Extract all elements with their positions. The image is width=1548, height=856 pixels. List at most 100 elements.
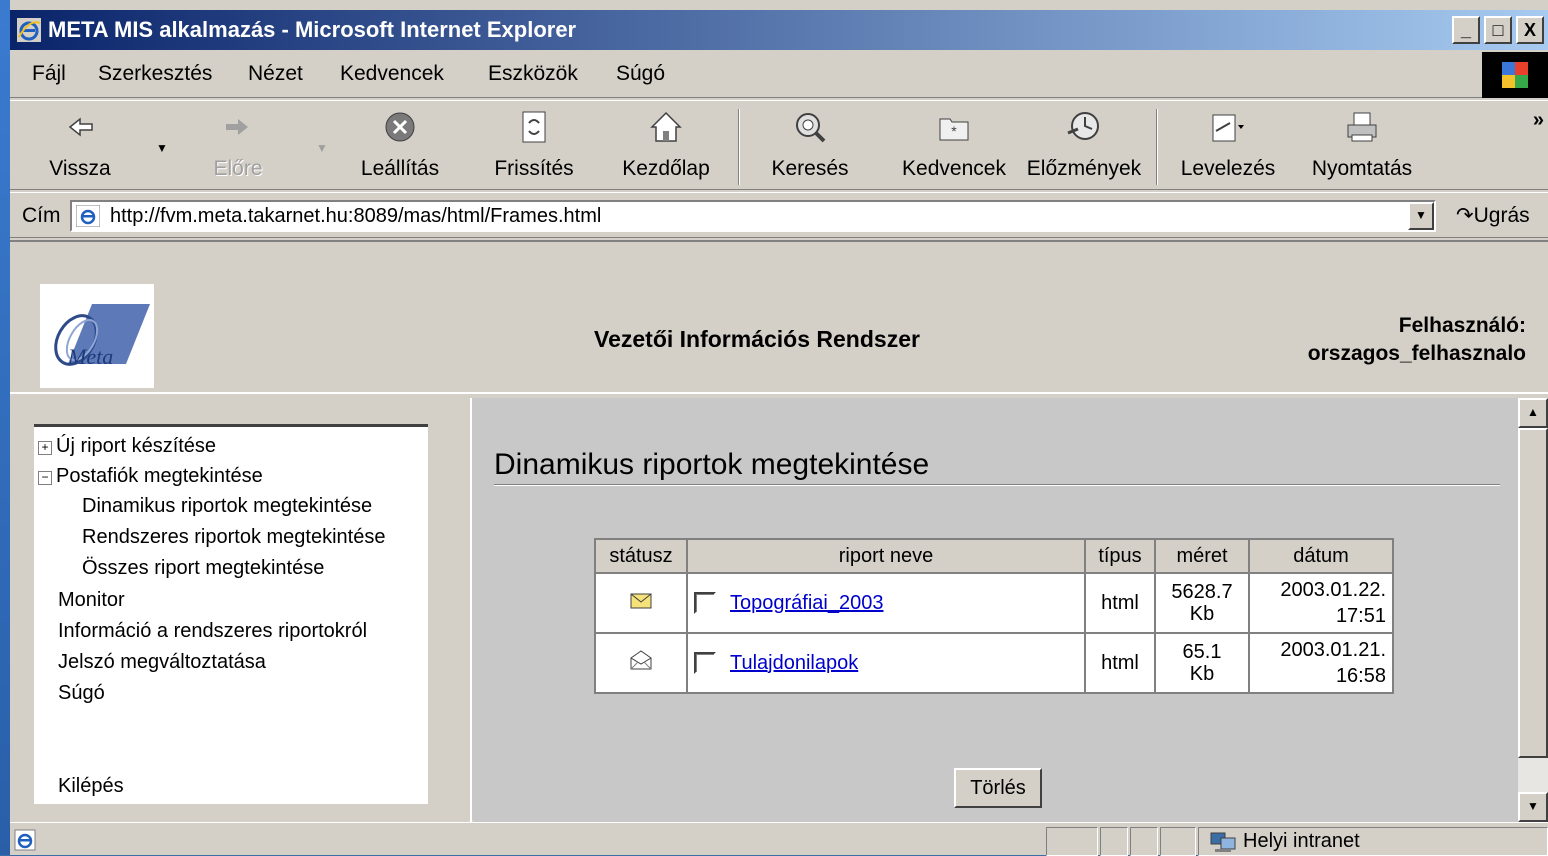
report-link[interactable]: Tulajdonilapok xyxy=(730,652,858,674)
menu-help[interactable]: Súgó xyxy=(616,62,665,86)
address-input[interactable] xyxy=(108,204,1388,228)
table-row: Topográfiai_2003 html 5628.7 Kb 2003.01.… xyxy=(594,572,1394,634)
vertical-scrollbar[interactable]: ▲ ▼ xyxy=(1518,398,1548,822)
tree-item-monitor[interactable]: Monitor xyxy=(58,589,125,612)
minimize-button[interactable]: _ xyxy=(1452,16,1480,44)
size-cell: 5628.7 Kb xyxy=(1154,572,1250,634)
home-icon xyxy=(650,111,682,142)
scroll-up-icon[interactable]: ▲ xyxy=(1518,398,1548,428)
tree-item-all-reports[interactable]: Összes riport megtekintése xyxy=(82,557,324,580)
go-arrow-icon: ↷ xyxy=(1456,204,1474,227)
report-link[interactable]: Topográfiai_2003 xyxy=(730,592,883,614)
tree-item-label: Új riport készítése xyxy=(56,435,217,457)
content-frame: Dinamikus riportok megtekintése státusz … xyxy=(474,398,1548,822)
forward-dropdown-icon[interactable]: ▼ xyxy=(316,141,328,155)
collapse-icon[interactable]: − xyxy=(38,471,52,485)
date-value: 2003.01.21. xyxy=(1280,639,1386,661)
forward-button[interactable]: Előre xyxy=(178,107,298,181)
back-button[interactable]: Vissza xyxy=(20,107,140,181)
ie-logo-icon xyxy=(17,18,41,42)
desktop-edge xyxy=(0,0,10,855)
history-button[interactable]: Előzmények xyxy=(1024,107,1144,181)
app-title: Vezetői Információs Rendszer xyxy=(594,326,920,352)
size-unit: Kb xyxy=(1189,663,1215,685)
row-checkbox[interactable] xyxy=(694,652,716,675)
address-box[interactable]: ▼ xyxy=(70,200,1436,232)
back-dropdown-icon[interactable]: ▼ xyxy=(156,141,168,155)
forward-arrow-icon xyxy=(226,119,248,135)
print-icon xyxy=(1347,112,1377,142)
title-divider xyxy=(494,484,1500,486)
unread-envelope-icon xyxy=(630,593,652,608)
menu-favorites[interactable]: Kedvencek xyxy=(340,62,444,86)
address-dropdown-icon[interactable]: ▼ xyxy=(1408,202,1434,230)
page-viewport: Meta Vezetői Információs Rendszer Felhas… xyxy=(10,240,1548,822)
close-button[interactable]: X xyxy=(1516,16,1544,44)
mail-button[interactable]: Levelezés xyxy=(1168,107,1288,181)
stop-button[interactable]: Leállítás xyxy=(340,107,460,181)
scroll-down-icon[interactable]: ▼ xyxy=(1518,792,1548,822)
tree-item-logout[interactable]: Kilépés xyxy=(58,775,124,798)
tree-item-help[interactable]: Súgó xyxy=(58,682,105,705)
intranet-icon xyxy=(1210,832,1236,852)
report-name-cell: Topográfiai_2003 xyxy=(686,572,1086,634)
menu-file[interactable]: Fájl xyxy=(32,62,66,86)
toolbar-chevron-icon[interactable]: » xyxy=(1533,109,1544,132)
go-label: Ugrás xyxy=(1473,204,1530,227)
tree-item-mailbox[interactable]: − Postafiók megtekintése xyxy=(38,465,263,488)
menu-edit[interactable]: Szerkesztés xyxy=(98,62,212,86)
date-cell: 2003.01.22. 17:51 xyxy=(1248,572,1394,634)
tree-item-dynamic-reports[interactable]: Dinamikus riportok megtekintése xyxy=(82,495,372,518)
tree-item-change-password[interactable]: Jelszó megváltoztatása xyxy=(58,651,266,674)
search-button[interactable]: Keresés xyxy=(750,107,870,181)
print-label: Nyomtatás xyxy=(1311,157,1413,180)
history-label: Előzmények xyxy=(1026,157,1142,180)
column-header-status[interactable]: státusz xyxy=(594,538,688,574)
tree-item-scheduled-info[interactable]: Információ a rendszeres riportokról xyxy=(58,620,367,643)
expand-icon[interactable]: + xyxy=(38,441,52,455)
browser-window: META MIS alkalmazás - Microsoft Internet… xyxy=(0,0,1548,856)
status-panel xyxy=(1046,827,1098,856)
go-button[interactable]: ↷Ugrás xyxy=(1456,203,1530,228)
column-header-date[interactable]: dátum xyxy=(1248,538,1394,574)
size-value: 5628.7 xyxy=(1171,581,1233,603)
standard-toolbar: Vissza ▼ Előre ▼ Leállítás Frissítés Kez… xyxy=(10,100,1548,190)
address-label: Cím xyxy=(22,204,61,227)
scroll-thumb[interactable] xyxy=(1518,428,1548,758)
title-bar[interactable]: META MIS alkalmazás - Microsoft Internet… xyxy=(10,10,1548,50)
type-cell: html xyxy=(1084,572,1156,634)
logo-text: Meta xyxy=(67,344,113,369)
tree-item-scheduled-reports[interactable]: Rendszeres riportok megtekintése xyxy=(82,526,385,549)
navigation-tree: + Új riport készítése − Postafiók megtekin… xyxy=(34,424,428,804)
date-value: 2003.01.22. xyxy=(1280,579,1386,601)
refresh-icon xyxy=(522,111,546,143)
maximize-button[interactable]: □ xyxy=(1484,16,1512,44)
table-header-row: státusz riport neve típus méret dátum xyxy=(594,538,1394,574)
page-status-icon xyxy=(14,829,36,851)
status-cell xyxy=(594,632,688,694)
home-button[interactable]: Kezdőlap xyxy=(606,107,726,181)
home-label: Kezdőlap xyxy=(622,157,710,180)
size-unit: Kb xyxy=(1189,603,1215,625)
column-header-size[interactable]: méret xyxy=(1154,538,1250,574)
row-checkbox[interactable] xyxy=(694,592,716,615)
print-button[interactable]: Nyomtatás xyxy=(1302,107,1422,181)
column-header-report-name[interactable]: riport neve xyxy=(686,538,1086,574)
status-bar: Helyi intranet xyxy=(10,822,1548,856)
refresh-button[interactable]: Frissítés xyxy=(474,107,594,181)
menu-tools[interactable]: Eszközök xyxy=(488,62,578,86)
mail-icon xyxy=(1212,114,1244,142)
table-row: Tulajdonilapok html 65.1 Kb 2003.01.21. … xyxy=(594,632,1394,694)
menu-view[interactable]: Nézet xyxy=(248,62,303,86)
delete-button[interactable]: Törlés xyxy=(954,768,1042,808)
date-cell: 2003.01.21. 16:58 xyxy=(1248,632,1394,694)
toolbar-separator xyxy=(738,109,740,185)
tree-item-new-report[interactable]: + Új riport készítése xyxy=(38,435,216,458)
favorites-button[interactable]: * Kedvencek xyxy=(894,107,1014,181)
back-arrow-icon xyxy=(68,117,93,137)
read-envelope-icon xyxy=(630,650,652,670)
navigation-frame: + Új riport készítése − Postafiók megtekin… xyxy=(10,398,472,822)
report-name-cell: Tulajdonilapok xyxy=(686,632,1086,694)
forward-label: Előre xyxy=(213,157,263,180)
column-header-type[interactable]: típus xyxy=(1084,538,1156,574)
